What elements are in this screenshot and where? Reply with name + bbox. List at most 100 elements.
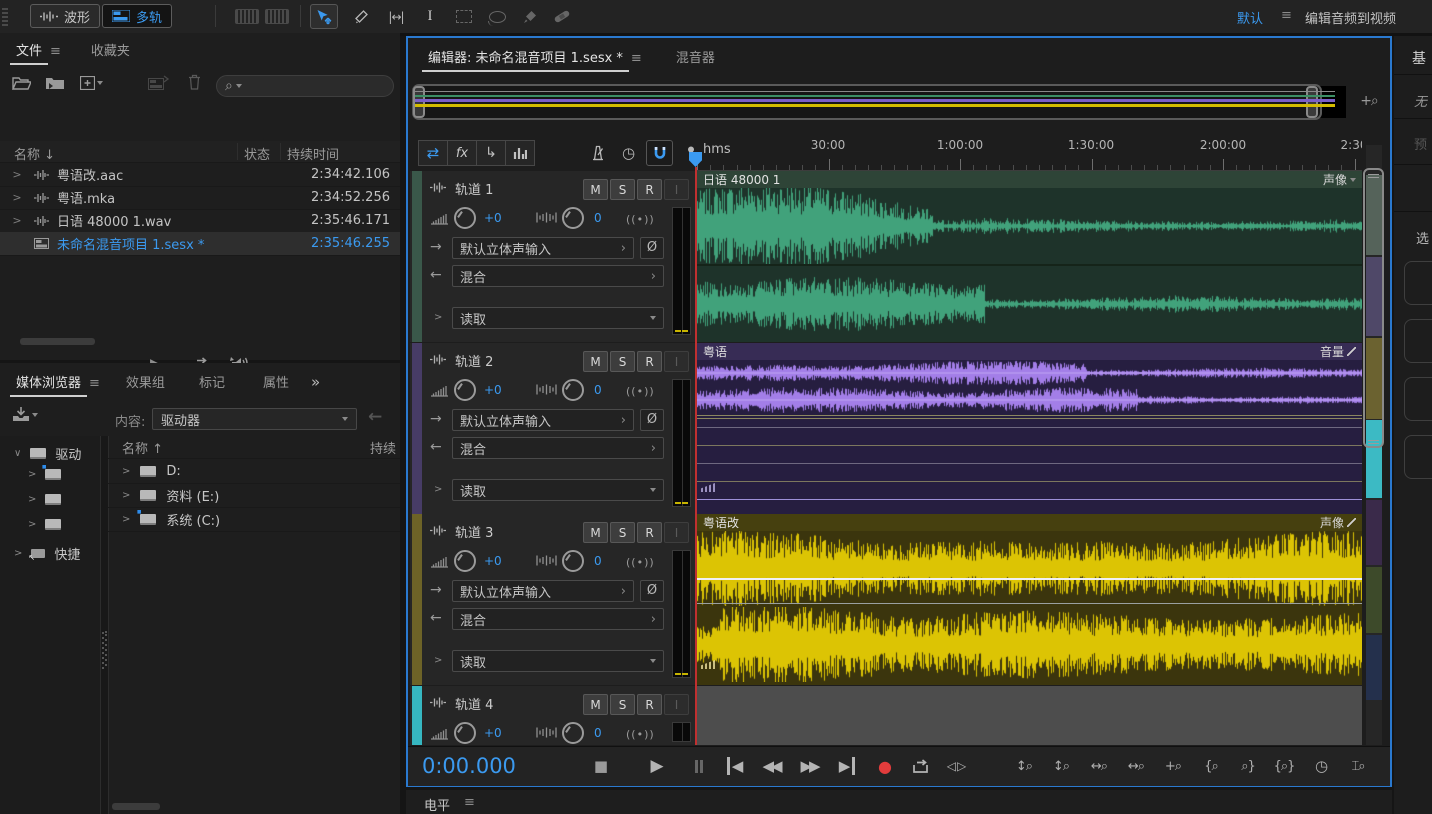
zoom-to-in-point-button[interactable]: {⌕ — [1193, 755, 1229, 777]
divider-grip[interactable] — [102, 631, 107, 669]
file-row[interactable]: > 粤语.mka 2:34:52.256 — [0, 186, 400, 210]
track-2-header[interactable]: 轨道 2 M S R I +0 0 ((•)) → 默认立体声输入 › — [410, 343, 697, 514]
move-to-next-button[interactable]: ▶ — [832, 755, 862, 777]
monitor-input-button[interactable]: I — [664, 179, 689, 200]
media-col-duration[interactable]: 持续 — [370, 438, 396, 457]
files-col-name[interactable]: 名称 ↓ — [14, 144, 55, 163]
vertical-scroll-thumb[interactable] — [1363, 168, 1384, 448]
expand-icon[interactable]: > — [0, 214, 34, 227]
waveform-view-button[interactable]: 波形 — [30, 4, 100, 28]
record-button[interactable]: ● — [870, 755, 900, 777]
track-3-header[interactable]: 轨道 3 M S R I +0 0 ((•)) → 默认立体声输入 › — [410, 514, 697, 685]
media-horizontal-scrollbar[interactable] — [112, 803, 160, 810]
expand-icon[interactable]: > — [28, 469, 36, 480]
volume-knob[interactable] — [454, 379, 476, 401]
mute-button[interactable]: M — [583, 179, 608, 200]
insert-into-multitrack-button[interactable] — [148, 75, 170, 90]
track-name[interactable]: 轨道 4 — [455, 694, 493, 713]
toolbar-grip[interactable] — [2, 6, 8, 26]
pause-button[interactable] — [684, 755, 714, 777]
track-color-strip[interactable] — [412, 514, 422, 685]
input-dropdown[interactable]: 默认立体声输入 › — [452, 237, 634, 259]
expand-icon[interactable]: > — [122, 514, 130, 525]
track-color-strip[interactable] — [412, 686, 422, 745]
razor-tool[interactable] — [347, 4, 375, 29]
fx-button[interactable]: fx — [447, 140, 477, 166]
eq-button[interactable] — [505, 140, 535, 166]
envelope-mode[interactable]: 音量 — [1320, 343, 1356, 360]
expand-icon[interactable]: > — [14, 548, 22, 559]
track-color-strip[interactable] — [412, 171, 422, 342]
expand-icon[interactable]: > — [28, 519, 36, 530]
track-1-header[interactable]: 轨道 1 M S R I +0 0 ((•)) → 默认立体声输入 › — [410, 171, 697, 342]
track-name[interactable]: 轨道 3 — [455, 522, 493, 541]
editor-panel-menu-icon[interactable]: ≡ — [629, 51, 648, 72]
monitor-input-button[interactable]: I — [664, 694, 689, 715]
tab-mixer[interactable]: 混音器 — [670, 47, 721, 72]
fast-forward-button[interactable]: ▶▶ — [794, 755, 824, 777]
spot-healing-brush-tool[interactable] — [548, 4, 576, 29]
files-panel-menu-icon[interactable]: ≡ — [48, 44, 67, 65]
zoom-reset-icon[interactable]: +⌕ — [1354, 88, 1384, 114]
open-file-button[interactable] — [12, 76, 31, 90]
output-dropdown[interactable]: 混合 › — [452, 437, 664, 459]
track-4-header[interactable]: 轨道 4 M S R I +0 0 ((•)) — [410, 686, 697, 745]
phase-button[interactable]: Ø — [640, 409, 664, 431]
envelope-mode[interactable]: 声像 — [1320, 514, 1356, 531]
pan-value[interactable]: 0 — [594, 554, 602, 568]
monitoring-icon[interactable]: ((•)) — [626, 556, 655, 569]
zoom-in-vertical-button[interactable]: ↕⌕ — [1006, 755, 1042, 777]
solo-button[interactable]: S — [610, 522, 635, 543]
clip-gain-icon[interactable] — [701, 483, 715, 492]
volume-knob[interactable] — [454, 207, 476, 229]
edit-audio-to-video-label[interactable]: 编辑音频到视频 — [1305, 8, 1396, 27]
zoom-in-horizontal-button[interactable]: ↔⌕ — [1081, 755, 1117, 777]
monitoring-icon[interactable]: ((•)) — [626, 213, 655, 226]
volume-envelope-line[interactable] — [697, 578, 1362, 580]
files-col-duration[interactable]: 持续时间 — [287, 144, 339, 163]
move-to-previous-button[interactable]: ◀ — [720, 755, 750, 777]
tab-files[interactable]: 文件 — [10, 40, 48, 65]
monitor-input-button[interactable]: I — [664, 522, 689, 543]
output-dropdown[interactable]: 混合 › — [452, 265, 664, 287]
more-tabs-icon[interactable]: » — [305, 373, 326, 397]
tab-essential-sound[interactable]: 基 — [1412, 48, 1426, 68]
tree-item-drive-e[interactable]: > — [28, 519, 61, 530]
arm-record-button[interactable]: R — [637, 694, 662, 715]
pan-value[interactable]: 0 — [594, 383, 602, 397]
preset-button[interactable] — [1404, 319, 1432, 363]
tab-properties[interactable]: 属性 — [257, 372, 295, 397]
tree-item-drives[interactable]: ∨ 驱动 — [14, 444, 81, 463]
metronome-icon[interactable] — [584, 140, 611, 166]
track-4-lane[interactable] — [697, 686, 1362, 745]
tree-item-drive-c[interactable]: > — [28, 469, 61, 480]
spectral-pitch-icon[interactable] — [263, 4, 291, 29]
solo-button[interactable]: S — [610, 694, 635, 715]
clip-header[interactable]: 粤语 音量 — [697, 343, 1362, 360]
preset-button[interactable] — [1404, 261, 1432, 305]
input-dropdown[interactable]: 默认立体声输入 › — [452, 409, 634, 431]
automation-expand-icon[interactable]: > — [434, 312, 442, 323]
pan-value[interactable]: 0 — [594, 211, 602, 225]
new-content-button[interactable] — [80, 76, 103, 90]
paintbrush-selection-tool[interactable] — [516, 4, 544, 29]
levels-menu-icon[interactable]: ≡ — [464, 795, 475, 810]
back-arrow-icon[interactable]: ← — [368, 407, 382, 427]
delete-button[interactable] — [188, 74, 201, 90]
spectral-frequency-icon[interactable] — [233, 4, 261, 29]
monitoring-icon[interactable]: ((•)) — [626, 728, 655, 741]
playhead-line[interactable] — [695, 167, 697, 745]
mute-button[interactable]: M — [583, 351, 608, 372]
timeline-overview[interactable] — [412, 84, 1348, 120]
envelope-mode[interactable]: 声像 — [1323, 171, 1356, 188]
media-col-name[interactable]: 名称 ↑ — [122, 438, 163, 457]
marquee-selection-tool[interactable] — [450, 4, 478, 29]
tab-markers[interactable]: 标记 — [193, 372, 231, 397]
timeline-ruler[interactable]: hms 30:00 1:00:00 1:30:00 2:00:00 2:30 — [697, 138, 1362, 171]
pan-knob[interactable] — [562, 207, 584, 229]
lasso-selection-tool[interactable] — [483, 4, 511, 29]
pan-value[interactable]: 0 — [594, 726, 602, 740]
track-name[interactable]: 轨道 2 — [455, 351, 493, 370]
pan-knob[interactable] — [562, 379, 584, 401]
phase-button[interactable]: Ø — [640, 237, 664, 259]
